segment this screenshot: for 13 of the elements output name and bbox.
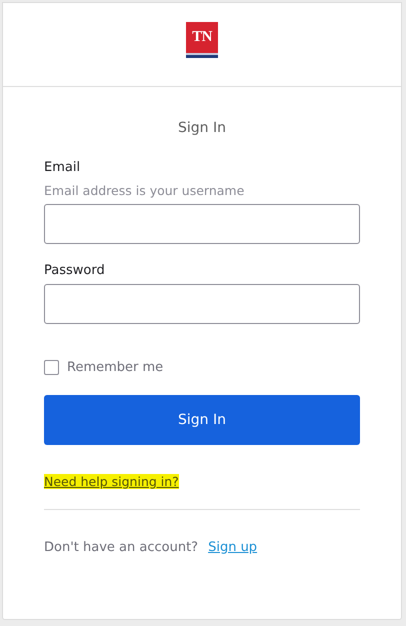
help-link[interactable]: Need help signing in? [44,474,179,489]
logo: TN [186,22,218,58]
signup-prompt: Don't have an account? [44,540,198,555]
field-label: Email [44,160,82,175]
sign-up-link[interactable]: Sign up [208,540,258,555]
form-title: Sign In [177,120,227,136]
sign-in-button[interactable]: Sign In [44,395,360,445]
input-field[interactable] [44,204,360,244]
field-label: Password [44,263,106,278]
checkbox-label: Remember me [67,360,164,375]
checkbox[interactable] [44,360,59,375]
field-hint: Email address is your username [44,183,246,198]
input-field[interactable] [44,284,360,324]
